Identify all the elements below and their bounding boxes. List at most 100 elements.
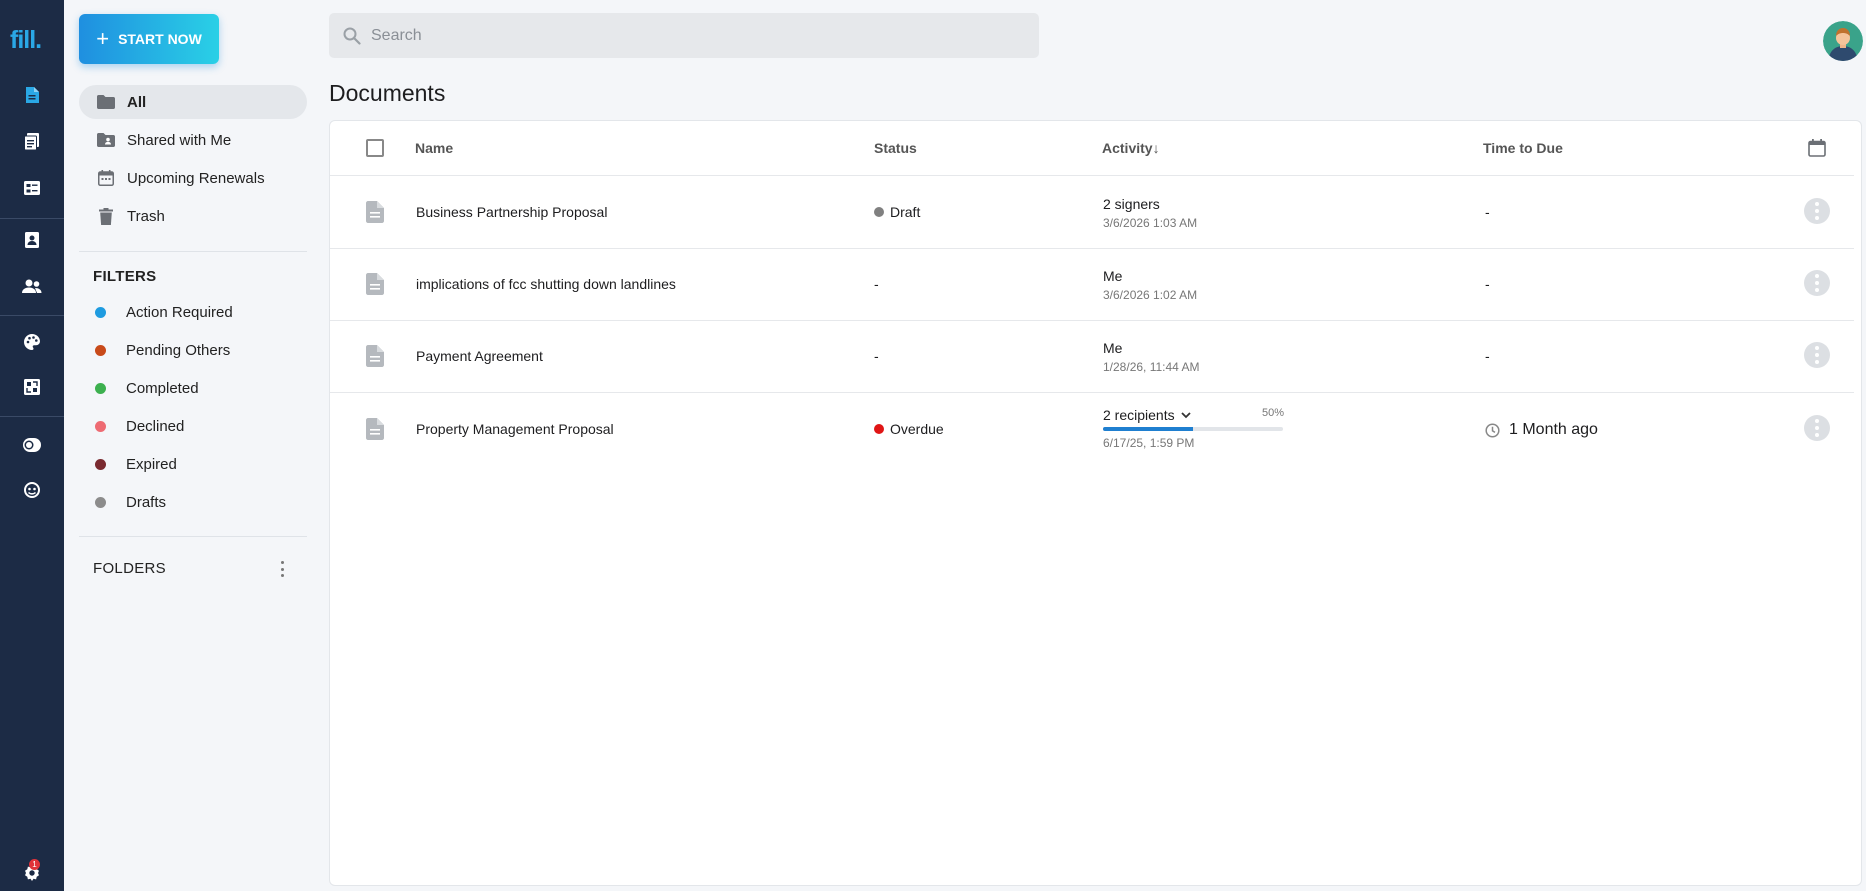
folders-more-icon[interactable] (276, 559, 288, 579)
calendar-icon (97, 169, 115, 187)
calendar-column-icon[interactable] (1808, 139, 1826, 162)
column-header-time-to-due[interactable]: Time to Due (1483, 140, 1563, 156)
fill-logo[interactable]: fill. (10, 26, 42, 55)
page-title: Documents (329, 80, 446, 106)
activity-timestamp: 1/28/26, 11:44 AM (1103, 360, 1200, 374)
table-row[interactable]: Business Partnership Proposal Draft 2 si… (330, 176, 1854, 248)
contacts-icon (25, 232, 39, 248)
rail-branding-button[interactable] (0, 324, 64, 360)
panel-divider (79, 251, 307, 252)
filter-label: Pending Others (126, 341, 231, 359)
column-header-activity[interactable]: Activity↓ (1102, 140, 1160, 156)
time-to-due-cell: 1 Month ago (1485, 421, 1598, 439)
search-input[interactable] (371, 26, 971, 45)
filter-action-required[interactable]: Action Required (79, 297, 307, 327)
select-all-checkbox[interactable] (366, 139, 384, 157)
filter-pending-others[interactable]: Pending Others (79, 335, 307, 365)
status-cell: - (874, 276, 879, 292)
row-more-icon[interactable] (1804, 270, 1830, 296)
filter-declined[interactable]: Declined (79, 411, 307, 441)
theme-toggle-icon (23, 438, 41, 452)
avatar[interactable] (1823, 21, 1863, 61)
rail-theme-button[interactable] (0, 427, 64, 463)
nav-item-upcoming-renewals[interactable]: Upcoming Renewals (79, 161, 307, 195)
nav-item-all[interactable]: All (79, 85, 307, 119)
status-dot (874, 424, 884, 434)
rail-forms-button[interactable] (0, 170, 64, 206)
status-label: - (874, 276, 879, 292)
search-bar[interactable] (329, 13, 1039, 58)
rail-documents-button[interactable] (0, 77, 64, 113)
activity-main: Me (1103, 340, 1123, 356)
icon-rail: fill. 1 (0, 0, 64, 891)
progress-fill (1103, 427, 1193, 431)
status-dot (95, 420, 106, 432)
rail-contacts-button[interactable] (0, 222, 64, 258)
column-header-name[interactable]: Name (415, 140, 453, 156)
status-cell: - (874, 348, 879, 364)
status-cell: Draft (874, 204, 920, 220)
table-row[interactable]: Payment Agreement - Me 1/28/26, 11:44 AM… (330, 321, 1854, 393)
filter-expired[interactable]: Expired (79, 449, 307, 479)
status-dot (95, 496, 106, 508)
row-more-icon[interactable] (1804, 342, 1830, 368)
rail-settings-button[interactable]: 1 (0, 856, 64, 890)
rail-support-button[interactable] (0, 472, 64, 508)
document-icon (366, 418, 384, 440)
filter-completed[interactable]: Completed (79, 373, 307, 403)
rail-integrations-button[interactable] (0, 369, 64, 405)
palette-icon (24, 334, 40, 350)
time-to-due: - (1485, 348, 1490, 364)
activity-header-label: Activity (1102, 140, 1153, 156)
rail-templates-button[interactable] (0, 123, 64, 159)
row-more-icon[interactable] (1804, 198, 1830, 224)
filter-label: Drafts (126, 493, 167, 511)
recipients-dropdown[interactable]: 2 recipients (1103, 407, 1191, 423)
templates-icon (24, 132, 39, 150)
document-name[interactable]: Property Management Proposal (416, 421, 614, 437)
status-label: Draft (890, 204, 921, 220)
column-header-status[interactable]: Status (874, 140, 917, 156)
progress-percent: 50% (1262, 407, 1285, 419)
rail-team-button[interactable] (0, 268, 64, 304)
shared-folder-icon (97, 131, 115, 149)
document-icon (366, 201, 384, 223)
support-icon (24, 482, 40, 498)
document-name[interactable]: Business Partnership Proposal (416, 204, 607, 220)
start-now-label: START NOW (118, 31, 202, 47)
activity-main: 2 recipients (1103, 407, 1175, 423)
table-row[interactable]: implications of fcc shutting down landli… (330, 249, 1854, 321)
table-row[interactable]: Property Management Proposal Overdue 2 r… (330, 393, 1854, 465)
folders-title: FOLDERS (93, 560, 166, 577)
status-dot (95, 382, 106, 394)
status-dot (95, 344, 106, 356)
row-more-icon[interactable] (1804, 415, 1830, 441)
forms-icon (24, 181, 40, 195)
filter-label: Expired (126, 455, 177, 473)
nav-item-trash[interactable]: Trash (79, 199, 307, 233)
progress-bar (1103, 427, 1283, 431)
team-icon (22, 279, 42, 293)
filter-drafts[interactable]: Drafts (79, 487, 307, 517)
document-name[interactable]: implications of fcc shutting down landli… (416, 276, 676, 292)
time-to-due: 1 Month ago (1509, 421, 1598, 438)
plus-icon: + (96, 26, 110, 51)
folder-icon (97, 93, 115, 111)
rail-divider (0, 218, 64, 219)
integrations-icon (24, 379, 40, 395)
activity-main: Me (1103, 268, 1123, 284)
filter-label: Declined (126, 417, 185, 435)
status-cell: Overdue (874, 421, 944, 437)
document-icon (366, 273, 384, 295)
time-to-due: - (1485, 204, 1490, 220)
document-name[interactable]: Payment Agreement (416, 348, 543, 364)
panel-divider (79, 536, 307, 537)
nav-item-label: Trash (127, 207, 165, 225)
trash-icon (97, 207, 115, 225)
activity-timestamp: 3/6/2026 1:02 AM (1103, 288, 1198, 302)
nav-item-label: All (127, 93, 147, 111)
documents-icon (26, 87, 39, 103)
nav-item-shared[interactable]: Shared with Me (79, 123, 307, 157)
start-now-button[interactable]: + START NOW (79, 14, 219, 64)
status-dot (95, 306, 106, 318)
